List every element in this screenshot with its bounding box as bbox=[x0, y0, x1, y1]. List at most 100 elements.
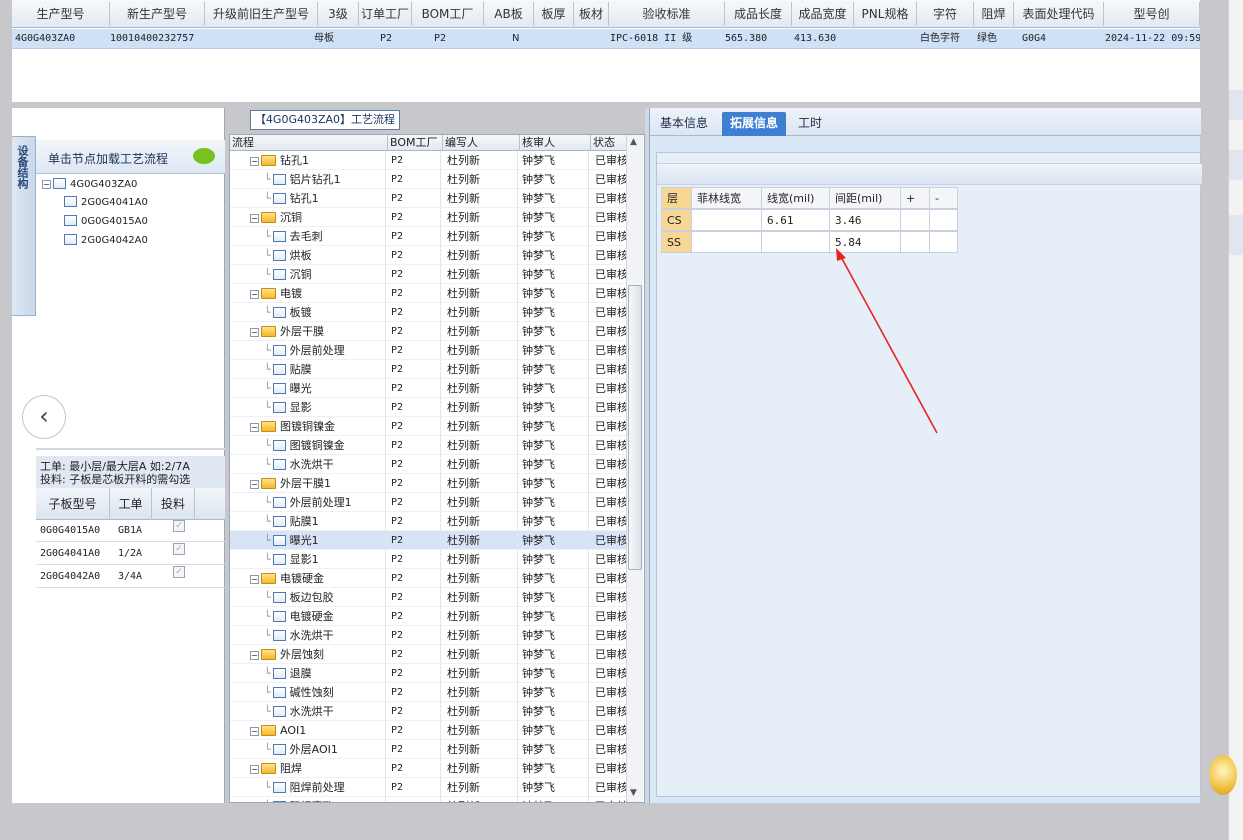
flow-writer-cell: 杜列新 bbox=[443, 265, 518, 284]
flow-col-header[interactable]: 流程 bbox=[230, 135, 388, 151]
collapse-icon[interactable]: − bbox=[250, 328, 259, 337]
flow-writer-cell: 杜列新 bbox=[443, 436, 518, 455]
flow-col-header[interactable]: 状态 bbox=[591, 135, 630, 151]
chat-bubble-icon[interactable] bbox=[193, 148, 215, 164]
flow-writer-cell: 杜列新 bbox=[443, 284, 518, 303]
order-grid-col[interactable]: 升级前旧生产型号 bbox=[205, 2, 318, 26]
order-grid-col[interactable]: PNL规格 bbox=[854, 2, 917, 26]
collapse-icon[interactable]: − bbox=[250, 214, 259, 223]
order-grid-col[interactable]: 表面处理代码 bbox=[1014, 2, 1104, 26]
collapse-icon[interactable]: − bbox=[250, 575, 259, 584]
sub-board-row[interactable]: 2G0G4042A0 3/4A ✓ bbox=[36, 566, 225, 588]
col-order: 工单 bbox=[110, 488, 152, 520]
flow-row[interactable]: └ 去毛刺 P2 杜列新 钟梦飞 已审核 bbox=[230, 227, 630, 246]
order-grid-cell: 2024-11-22 09:59 bbox=[1105, 33, 1200, 44]
order-grid-row[interactable]: 4G0G403ZA0 10010400232757 母板 P2 P2 N IPC-6018 … bbox=[12, 29, 1200, 49]
feed-checkbox[interactable]: ✓ bbox=[173, 520, 185, 532]
scroll-up-icon[interactable]: ▲ bbox=[630, 137, 637, 147]
order-grid-col[interactable]: 3级 bbox=[318, 2, 359, 26]
flow-row[interactable]: └ 显影1 P2 杜列新 钟梦飞 已审核 bbox=[230, 550, 630, 569]
sub-board-row[interactable]: 2G0G4041A0 1/2A ✓ bbox=[36, 543, 225, 565]
order-grid-col[interactable]: 型号创 bbox=[1104, 2, 1200, 26]
order-grid-col[interactable]: 阻焊 bbox=[974, 2, 1014, 26]
flow-row[interactable]: − 外层蚀刻 P2 杜列新 钟梦飞 已审核 bbox=[230, 645, 630, 664]
flow-row[interactable]: └ 外层前处理1 P2 杜列新 钟梦飞 已审核 bbox=[230, 493, 630, 512]
flow-row[interactable]: − 外层干膜 P2 杜列新 钟梦飞 已审核 bbox=[230, 322, 630, 341]
flow-row[interactable]: └ 钻孔1 P2 杜列新 钟梦飞 已审核 bbox=[230, 189, 630, 208]
flow-row[interactable]: − 阻焊 P2 杜列新 钟梦飞 已审核 bbox=[230, 759, 630, 778]
flow-row[interactable]: └ 外层前处理 P2 杜列新 钟梦飞 已审核 bbox=[230, 341, 630, 360]
flow-row[interactable]: └ 电镀硬金 P2 杜列新 钟梦飞 已审核 bbox=[230, 607, 630, 626]
tree-child[interactable]: 2G0G4042A0 bbox=[64, 232, 148, 249]
collapse-icon[interactable]: − bbox=[250, 423, 259, 432]
order-grid-col[interactable]: AB板 bbox=[484, 2, 534, 26]
flow-row[interactable]: └ 曝光1 P2 杜列新 钟梦飞 已审核 bbox=[230, 531, 630, 550]
flow-row[interactable]: − 钻孔1 P2 杜列新 钟梦飞 已审核 bbox=[230, 151, 630, 170]
collapse-icon[interactable]: − bbox=[42, 180, 51, 189]
flow-row[interactable]: └ 烘板 P2 杜列新 钟梦飞 已审核 bbox=[230, 246, 630, 265]
order-grid-header: 生产型号 新生产型号 升级前旧生产型号 3级 订单工厂 BOM工厂 AB板 板厚 板材 验收标准成… bbox=[12, 0, 1200, 28]
feed-checkbox[interactable]: ✓ bbox=[173, 543, 185, 555]
order-grid-col[interactable]: 验收标准 bbox=[609, 2, 725, 26]
flow-row[interactable]: − 图镀铜镍金 P2 杜列新 钟梦飞 已审核 bbox=[230, 417, 630, 436]
collapse-icon[interactable]: − bbox=[250, 480, 259, 489]
collapse-icon[interactable]: − bbox=[250, 157, 259, 166]
flow-row[interactable]: └ 阻焊前处理 P2 杜列新 钟梦飞 已审核 bbox=[230, 778, 630, 797]
flow-status-cell: 已审核 bbox=[595, 724, 628, 737]
collapse-icon[interactable]: − bbox=[250, 290, 259, 299]
tree-child[interactable]: 2G0G4041A0 bbox=[64, 194, 148, 211]
flow-row[interactable]: − 电镀硬金 P2 杜列新 钟梦飞 已审核 bbox=[230, 569, 630, 588]
flow-row[interactable]: └ 板边包胶 P2 杜列新 钟梦飞 已审核 bbox=[230, 588, 630, 607]
scroll-down-icon[interactable]: ▼ bbox=[630, 788, 637, 798]
order-grid-col[interactable]: 板厚 bbox=[534, 2, 574, 26]
flow-row[interactable]: └ 曝光 P2 杜列新 钟梦飞 已审核 bbox=[230, 379, 630, 398]
order-grid-col[interactable]: 新生产型号 bbox=[110, 2, 205, 26]
flow-row[interactable]: └ 沉铜 P2 杜列新 钟梦飞 已审核 bbox=[230, 265, 630, 284]
flow-row[interactable]: └ 外层AOI1 P2 杜列新 钟梦飞 已审核 bbox=[230, 740, 630, 759]
flow-step-cell: └ 水洗烘干 bbox=[230, 702, 386, 721]
flow-row[interactable]: − 电镀 P2 杜列新 钟梦飞 已审核 bbox=[230, 284, 630, 303]
flow-col-header[interactable]: 编写人 bbox=[443, 135, 520, 151]
flow-scrollbar[interactable]: ▲ ▼ bbox=[626, 135, 643, 802]
order-grid-col[interactable]: 生产型号 bbox=[12, 2, 110, 26]
mascot-icon[interactable] bbox=[1209, 755, 1237, 795]
flow-row[interactable]: └ 铝片钻孔1 P2 杜列新 钟梦飞 已审核 bbox=[230, 170, 630, 189]
order-grid-col[interactable]: 成品宽度 bbox=[792, 2, 854, 26]
left-splitter[interactable] bbox=[36, 448, 225, 450]
order-grid-col[interactable]: 订单工厂 bbox=[359, 2, 412, 26]
flow-reviewer-cell: 钟梦飞 bbox=[520, 550, 589, 569]
flow-row[interactable]: └ 碱性蚀刻 P2 杜列新 钟梦飞 已审核 bbox=[230, 683, 630, 702]
flow-row[interactable]: └ 显影 P2 杜列新 钟梦飞 已审核 bbox=[230, 398, 630, 417]
order-grid-col[interactable]: 字符 bbox=[917, 2, 974, 26]
flow-col-header[interactable]: BOM工厂 bbox=[388, 135, 443, 151]
flow-row[interactable]: └ 贴膜1 P2 杜列新 钟梦飞 已审核 bbox=[230, 512, 630, 531]
load-process-bar[interactable]: 单击节点加载工艺流程 bbox=[36, 140, 225, 174]
scroll-thumb[interactable] bbox=[628, 285, 642, 570]
flow-row[interactable]: └ 贴膜 P2 杜列新 钟梦飞 已审核 bbox=[230, 360, 630, 379]
flow-step-cell: └ 板边包胶 bbox=[230, 588, 386, 607]
flow-row[interactable]: └ 水洗烘干 P2 杜列新 钟梦飞 已审核 bbox=[230, 702, 630, 721]
tree-root[interactable]: − 4G0G403ZA0 bbox=[42, 176, 137, 193]
order-grid-col[interactable]: 板材 bbox=[574, 2, 609, 26]
flow-col-header[interactable]: 核审人 bbox=[520, 135, 591, 151]
feed-checkbox[interactable]: ✓ bbox=[173, 566, 185, 578]
flow-row[interactable]: − 沉铜 P2 杜列新 钟梦飞 已审核 bbox=[230, 208, 630, 227]
collapse-icon[interactable]: − bbox=[250, 765, 259, 774]
flow-row[interactable]: − 外层干膜1 P2 杜列新 钟梦飞 已审核 bbox=[230, 474, 630, 493]
order-grid-col[interactable]: 成品长度 bbox=[725, 2, 792, 26]
flow-row[interactable]: └ 板镀 P2 杜列新 钟梦飞 已审核 bbox=[230, 303, 630, 322]
chevron-left-icon[interactable]: ‹ bbox=[22, 395, 66, 439]
tree-child[interactable]: 0G0G4015A0 bbox=[64, 213, 148, 230]
flow-row[interactable]: └ 水洗烘干 P2 杜列新 钟梦飞 已审核 bbox=[230, 626, 630, 645]
vertical-tab-device-structure[interactable]: 设备结构 bbox=[12, 136, 36, 316]
collapse-icon[interactable]: − bbox=[250, 651, 259, 660]
flow-row[interactable]: └ 退膜 P2 杜列新 钟梦飞 已审核 bbox=[230, 664, 630, 683]
flow-row[interactable]: └ 水洗烘干 P2 杜列新 钟梦飞 已审核 bbox=[230, 455, 630, 474]
file-icon bbox=[272, 782, 286, 793]
sub-board-row[interactable]: 0G0G4015A0 GB1A ✓ bbox=[36, 520, 225, 542]
flow-row[interactable]: └ 阻焊塞孔 P2杜列新钟梦飞已审核 bbox=[230, 797, 630, 802]
flow-row[interactable]: └ 图镀铜镍金 P2 杜列新 钟梦飞 已审核 bbox=[230, 436, 630, 455]
collapse-icon[interactable]: − bbox=[250, 727, 259, 736]
order-grid-col[interactable]: BOM工厂 bbox=[412, 2, 484, 26]
flow-row[interactable]: − AOI1 P2 杜列新 钟梦飞 已审核 bbox=[230, 721, 630, 740]
